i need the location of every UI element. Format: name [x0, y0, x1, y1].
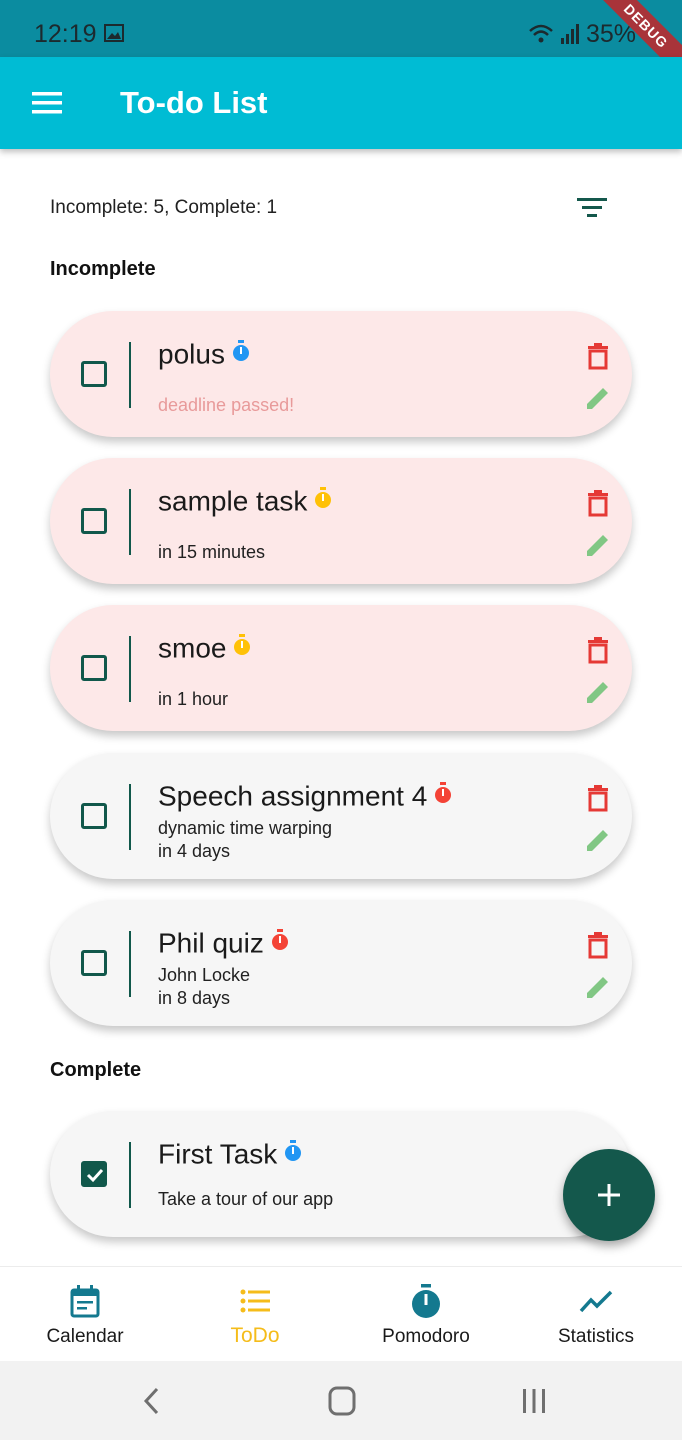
task-checkbox[interactable] — [81, 508, 107, 534]
task-title: smoe — [158, 631, 252, 665]
task-title: Phil quiz — [158, 926, 290, 960]
delete-icon[interactable] — [583, 930, 613, 960]
task-description: Take a tour of our app — [158, 1189, 334, 1209]
task-note: John Locke — [158, 965, 251, 985]
task-title: Speech assignment 4 — [158, 779, 453, 813]
back-icon[interactable] — [132, 1383, 172, 1419]
priority-timer-icon — [271, 928, 288, 950]
task-title-text: smoe — [158, 632, 227, 664]
task-title-text: sample task — [158, 485, 308, 517]
task-card[interactable]: Phil quiz John Locke in 8 days — [50, 900, 632, 1026]
nav-pomodoro[interactable]: Pomodoro — [341, 1267, 511, 1362]
check-icon — [86, 1168, 104, 1183]
list-icon — [240, 1289, 270, 1313]
task-title: First Task — [158, 1137, 303, 1171]
completed-task-card[interactable]: First Task Take a tour of our app — [50, 1111, 632, 1237]
add-task-button[interactable] — [563, 1149, 655, 1241]
home-icon[interactable] — [322, 1383, 362, 1419]
task-title: polus — [158, 337, 251, 371]
timer-icon — [412, 1284, 440, 1318]
task-checkbox[interactable] — [81, 655, 107, 681]
page-title: To-do List — [120, 85, 268, 120]
filter-icon[interactable] — [572, 190, 612, 226]
bottom-navigation: Calendar ToDo Pomodoro Statistics — [0, 1266, 682, 1362]
delete-icon[interactable] — [583, 783, 613, 813]
plus-icon — [598, 1184, 620, 1206]
status-time: 12:19 — [34, 20, 97, 48]
divider — [129, 489, 131, 555]
task-checkbox[interactable] — [81, 950, 107, 976]
task-checkbox[interactable] — [81, 803, 107, 829]
task-title-text: Phil quiz — [158, 927, 264, 959]
edit-icon[interactable] — [583, 677, 613, 707]
task-note: dynamic time warping — [158, 818, 333, 838]
nav-label: ToDo — [230, 1324, 280, 1347]
task-checkbox-checked[interactable] — [81, 1161, 107, 1187]
divider — [129, 636, 131, 702]
priority-timer-icon — [435, 781, 452, 803]
chart-icon — [579, 1290, 613, 1313]
task-due: in 15 minutes — [158, 542, 266, 562]
wifi-icon — [529, 24, 553, 43]
task-card[interactable]: smoe in 1 hour — [50, 605, 632, 731]
priority-timer-icon — [234, 633, 251, 655]
task-title-text: Speech assignment 4 — [158, 780, 428, 812]
divider — [129, 1142, 131, 1208]
edit-icon[interactable] — [583, 383, 613, 413]
delete-icon[interactable] — [583, 341, 613, 371]
task-card[interactable]: polus deadline passed! — [50, 311, 632, 437]
task-due: deadline passed! — [158, 395, 295, 415]
edit-icon[interactable] — [583, 530, 613, 560]
nav-statistics[interactable]: Statistics — [511, 1267, 681, 1362]
nav-label: Pomodoro — [382, 1326, 470, 1347]
task-card[interactable]: sample task in 15 minutes — [50, 458, 632, 584]
menu-icon[interactable] — [22, 81, 70, 125]
task-due: in 4 days — [158, 841, 231, 861]
nav-todo[interactable]: ToDo — [170, 1267, 340, 1362]
priority-timer-icon — [315, 486, 332, 508]
nav-label: Statistics — [557, 1326, 635, 1347]
section-heading-incomplete: Incomplete — [50, 258, 156, 280]
divider — [129, 784, 131, 850]
gallery-icon — [104, 24, 124, 42]
nav-label: Calendar — [46, 1326, 124, 1347]
recents-icon[interactable] — [514, 1383, 554, 1419]
divider — [129, 342, 131, 408]
task-due: in 8 days — [158, 988, 231, 1008]
nav-calendar[interactable]: Calendar — [0, 1267, 170, 1362]
task-checkbox[interactable] — [81, 361, 107, 387]
delete-icon[interactable] — [583, 488, 613, 518]
edit-icon[interactable] — [583, 825, 613, 855]
task-summary: Incomplete: 5, Complete: 1 — [50, 197, 278, 218]
task-title: sample task — [158, 484, 333, 518]
divider — [129, 931, 131, 997]
system-navigation — [0, 1361, 682, 1440]
task-title-text: First Task — [158, 1138, 278, 1170]
delete-icon[interactable] — [583, 635, 613, 665]
status-bar: 12:19 35% DEBUG — [0, 0, 682, 84]
priority-timer-icon — [285, 1139, 302, 1161]
task-due: in 1 hour — [158, 689, 229, 709]
section-heading-complete: Complete — [50, 1059, 142, 1081]
priority-timer-icon — [232, 339, 249, 361]
task-card[interactable]: Speech assignment 4 dynamic time warping… — [50, 753, 632, 879]
calendar-icon — [70, 1285, 100, 1318]
signal-icon — [561, 24, 579, 44]
task-title-text: polus — [158, 338, 225, 370]
app-bar: To-do List — [0, 57, 682, 149]
edit-icon[interactable] — [583, 972, 613, 1002]
